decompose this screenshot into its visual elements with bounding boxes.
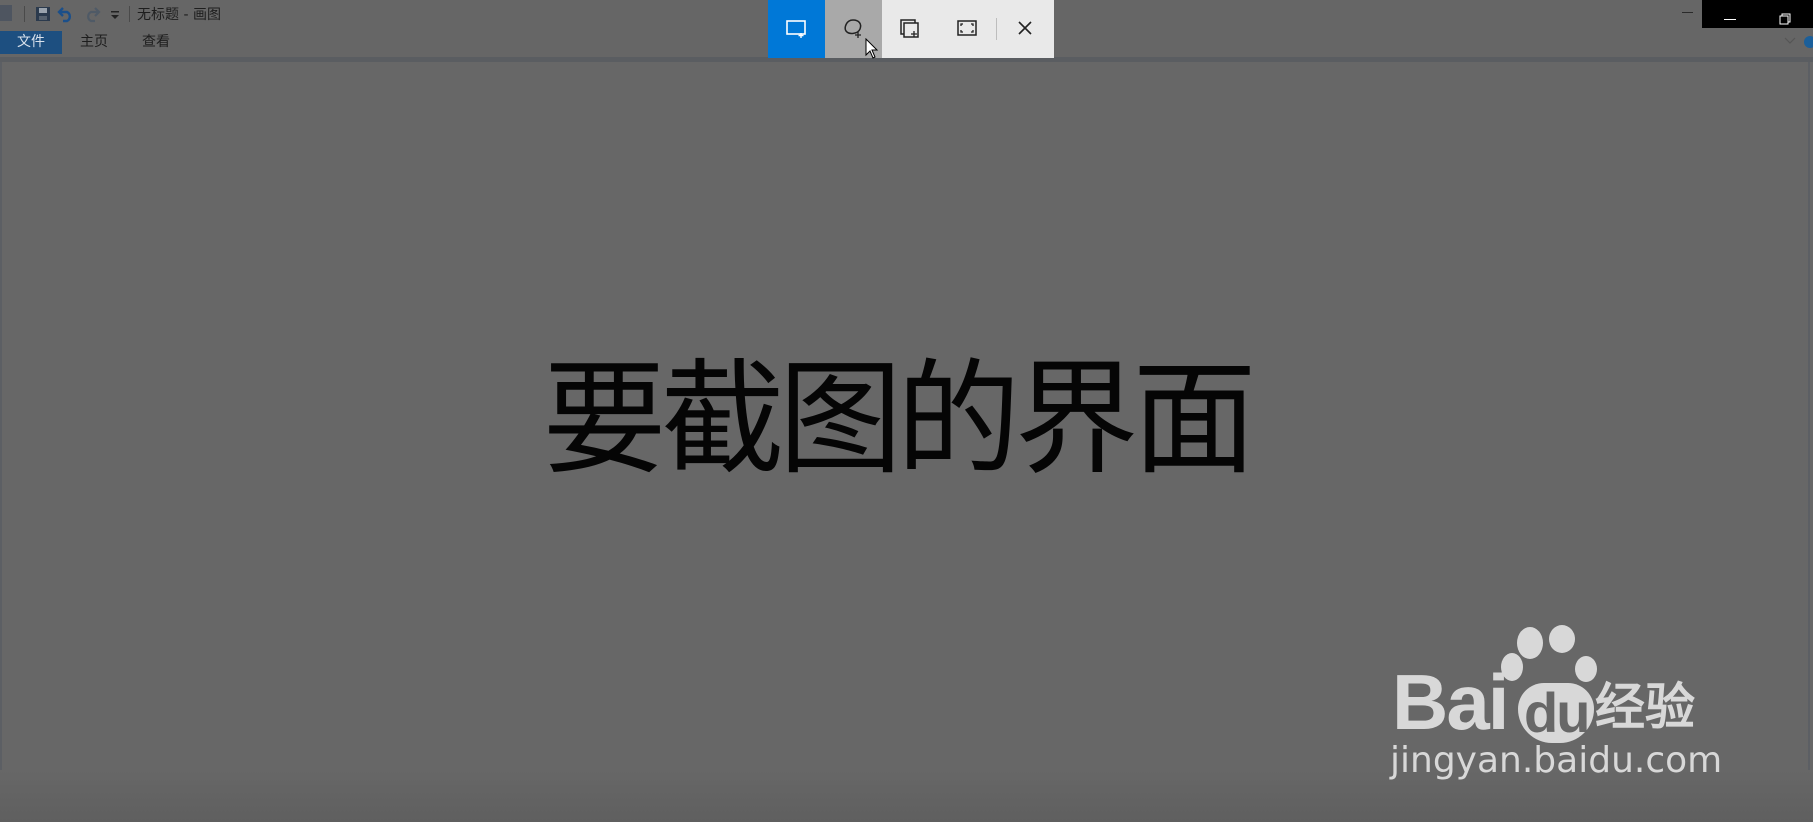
canvas-text: 要截图的界面 bbox=[542, 348, 1256, 492]
customize-dropdown-icon[interactable] bbox=[106, 5, 124, 23]
window-title: 无标题 - 画图 bbox=[137, 7, 221, 23]
close-snip-button[interactable] bbox=[997, 0, 1054, 58]
mouse-cursor-icon bbox=[865, 38, 879, 59]
window-snip-button[interactable] bbox=[882, 0, 939, 58]
help-icon[interactable] bbox=[1804, 36, 1813, 48]
canvas-right-border bbox=[1808, 62, 1810, 822]
jingyan-text: 经验 bbox=[1595, 678, 1695, 736]
rectangular-snip-icon bbox=[786, 20, 806, 38]
paint-app-icon[interactable] bbox=[0, 5, 12, 21]
ribbon-collapse-chevron-icon[interactable] bbox=[1782, 34, 1798, 48]
fullscreen-snip-icon bbox=[957, 20, 977, 36]
rectangular-snip-button[interactable] bbox=[768, 0, 825, 58]
watermark-url: jingyan.baidu.com bbox=[1390, 740, 1723, 781]
baidu-logo-du: du bbox=[1518, 683, 1595, 743]
background-minimize-icon[interactable] bbox=[1677, 0, 1699, 24]
baidu-logo-text: Bai bbox=[1392, 658, 1509, 746]
quick-access-separator bbox=[24, 6, 25, 22]
save-icon[interactable] bbox=[34, 5, 52, 23]
tab-view[interactable]: 查看 bbox=[142, 31, 170, 54]
tab-home[interactable]: 主页 bbox=[80, 31, 108, 54]
undo-icon[interactable] bbox=[57, 5, 75, 23]
redo-icon[interactable] bbox=[83, 5, 101, 23]
baidu-watermark: Bai du 经验 jingyan.baidu.com bbox=[1390, 625, 1723, 785]
snip-toolbar bbox=[768, 0, 1054, 58]
window-snip-icon bbox=[900, 19, 919, 38]
close-icon bbox=[1018, 21, 1032, 35]
fullscreen-snip-button[interactable] bbox=[939, 0, 996, 58]
freeform-snip-icon bbox=[844, 19, 862, 38]
tab-file[interactable]: 文件 bbox=[0, 31, 62, 54]
title-separator bbox=[129, 6, 130, 22]
